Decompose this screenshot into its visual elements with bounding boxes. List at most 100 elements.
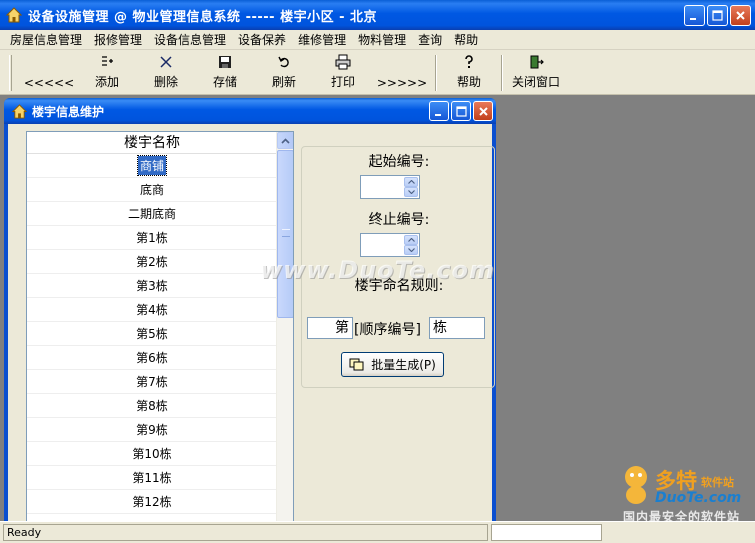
toolbar-separator (501, 55, 503, 91)
menu-equipment-info[interactable]: 设备信息管理 (148, 30, 232, 50)
next-record-button[interactable]: >>>>> (373, 53, 431, 93)
delete-button[interactable]: 删除 (137, 53, 195, 93)
list-item[interactable]: 第8栋 (27, 394, 277, 418)
menu-equipment-maintenance[interactable]: 设备保养 (232, 30, 292, 50)
list-item[interactable]: 第12栋 (27, 490, 277, 514)
list-item-label: 第4栋 (136, 303, 168, 317)
scroll-thumb-grip (282, 229, 290, 237)
printer-icon (335, 54, 351, 70)
status-text: Ready (3, 524, 488, 541)
status-panel (491, 524, 602, 541)
list-item-label: 第12栋 (132, 495, 172, 509)
save-label: 存储 (212, 75, 237, 89)
list-item[interactable]: 商铺 (27, 154, 277, 178)
child-maximize-button[interactable] (451, 101, 471, 121)
delete-label: 删除 (153, 75, 178, 89)
toolbar: <<<<< 添加 删除 存储 刷新 打印 >>>>> 帮助 关闭窗口 (0, 51, 755, 95)
child-close-button[interactable] (473, 101, 493, 121)
child-titlebar[interactable]: 楼宇信息维护 (4, 98, 496, 124)
minimize-icon (434, 113, 441, 116)
name-suffix-field[interactable]: 栋 (429, 317, 485, 339)
help-button[interactable]: 帮助 (440, 53, 498, 93)
save-button[interactable]: 存储 (196, 53, 254, 93)
window-title: 设备设施管理 @ 物业管理信息系统 ----- 楼宇小区 - 北京 (28, 9, 378, 25)
delete-icon (160, 56, 172, 68)
batch-generate-button[interactable]: 批量生成(P) (341, 352, 444, 377)
list-item[interactable]: 底商 (27, 178, 277, 202)
help-label: 帮助 (456, 75, 481, 89)
list-item[interactable]: 第1栋 (27, 226, 277, 250)
close-window-button[interactable]: 关闭窗口 (505, 53, 567, 93)
exit-door-icon (530, 55, 544, 69)
list-header[interactable]: 楼宇名称 (27, 132, 277, 154)
list-item-label: 第11栋 (132, 471, 172, 485)
menu-repair-management[interactable]: 维修管理 (292, 30, 352, 50)
menu-help[interactable]: 帮助 (448, 30, 484, 50)
watermark-text: www.DuoTe.com (260, 256, 495, 284)
list-item-label: 商铺 (136, 155, 168, 176)
help-question-icon (465, 55, 473, 68)
minimize-icon (690, 18, 696, 20)
start-number-label: 起始编号: (368, 154, 430, 170)
minimize-button[interactable] (684, 5, 705, 26)
list-item-label: 第1栋 (136, 231, 168, 245)
sequence-number-label: [顺序编号] (354, 322, 421, 338)
close-window-label: 关闭窗口 (511, 75, 560, 89)
name-prefix-field[interactable]: 第 (307, 317, 353, 339)
child-window-title: 楼宇信息维护 (32, 104, 105, 119)
add-icon (102, 56, 113, 66)
building-list[interactable]: 楼宇名称 商铺 底商 二期底商 第1栋 第2栋 第3栋 第4栋 第5栋 第6栋 … (26, 131, 294, 526)
list-item[interactable]: 第3栋 (27, 274, 277, 298)
add-label: 添加 (94, 75, 119, 89)
add-button[interactable]: 添加 (78, 53, 136, 93)
scroll-thumb[interactable] (277, 150, 293, 318)
child-minimize-button[interactable] (429, 101, 449, 121)
end-number-down-button[interactable] (404, 245, 418, 255)
close-icon (478, 106, 488, 116)
menu-house-info[interactable]: 房屋信息管理 (4, 30, 88, 50)
refresh-button[interactable]: 刷新 (255, 53, 313, 93)
refresh-label: 刷新 (271, 75, 296, 89)
list-item[interactable]: 第4栋 (27, 298, 277, 322)
logo-domain: DuoTe.com (655, 490, 742, 506)
list-item[interactable]: 二期底商 (27, 202, 277, 226)
list-item-label: 第8栋 (136, 399, 168, 413)
list-item[interactable]: 第6栋 (27, 346, 277, 370)
prev-record-label: <<<<< (23, 76, 75, 90)
scroll-up-button[interactable] (277, 132, 293, 149)
close-button[interactable] (730, 5, 751, 26)
start-number-spinner[interactable] (360, 175, 420, 199)
list-item[interactable]: 第11栋 (27, 466, 277, 490)
list-item[interactable]: 第10栋 (27, 442, 277, 466)
child-body: 楼宇名称 商铺 底商 二期底商 第1栋 第2栋 第3栋 第4栋 第5栋 第6栋 … (8, 124, 495, 526)
chevron-up-icon (407, 180, 415, 184)
chevron-up-icon (281, 137, 290, 144)
list-item[interactable]: 第7栋 (27, 370, 277, 394)
end-number-spinner[interactable] (360, 233, 420, 257)
main-titlebar[interactable]: 设备设施管理 @ 物业管理信息系统 ----- 楼宇小区 - 北京 (0, 0, 755, 30)
list-vertical-scrollbar[interactable] (276, 132, 293, 525)
batch-generate-label: 批量生成(P) (371, 358, 436, 372)
start-number-up-button[interactable] (404, 177, 418, 187)
start-number-down-button[interactable] (404, 187, 418, 197)
chevron-down-icon (407, 190, 415, 194)
batch-copy-icon (349, 358, 364, 370)
menu-repair-report[interactable]: 报修管理 (88, 30, 148, 50)
status-bar: Ready (0, 521, 755, 543)
duote-logo: 多特 软件站 DuoTe.com 国内最安全的软件站 (615, 463, 751, 525)
menu-materials[interactable]: 物料管理 (352, 30, 412, 50)
logo-brand-suffix: 软件站 (701, 476, 734, 489)
maximize-icon (712, 10, 723, 21)
end-number-up-button[interactable] (404, 235, 418, 245)
toolbar-grip[interactable] (9, 55, 12, 91)
home-icon (12, 103, 27, 119)
list-item[interactable]: 第2栋 (27, 250, 277, 274)
menu-query[interactable]: 查询 (412, 30, 448, 50)
list-item-label: 第9栋 (136, 423, 168, 437)
list-item[interactable]: 第5栋 (27, 322, 277, 346)
list-item[interactable]: 第9栋 (27, 418, 277, 442)
prev-record-button[interactable]: <<<<< (20, 53, 78, 93)
maximize-button[interactable] (707, 5, 728, 26)
print-button[interactable]: 打印 (314, 53, 372, 93)
menu-bar: 房屋信息管理 报修管理 设备信息管理 设备保养 维修管理 物料管理 查询 帮助 (0, 30, 755, 50)
